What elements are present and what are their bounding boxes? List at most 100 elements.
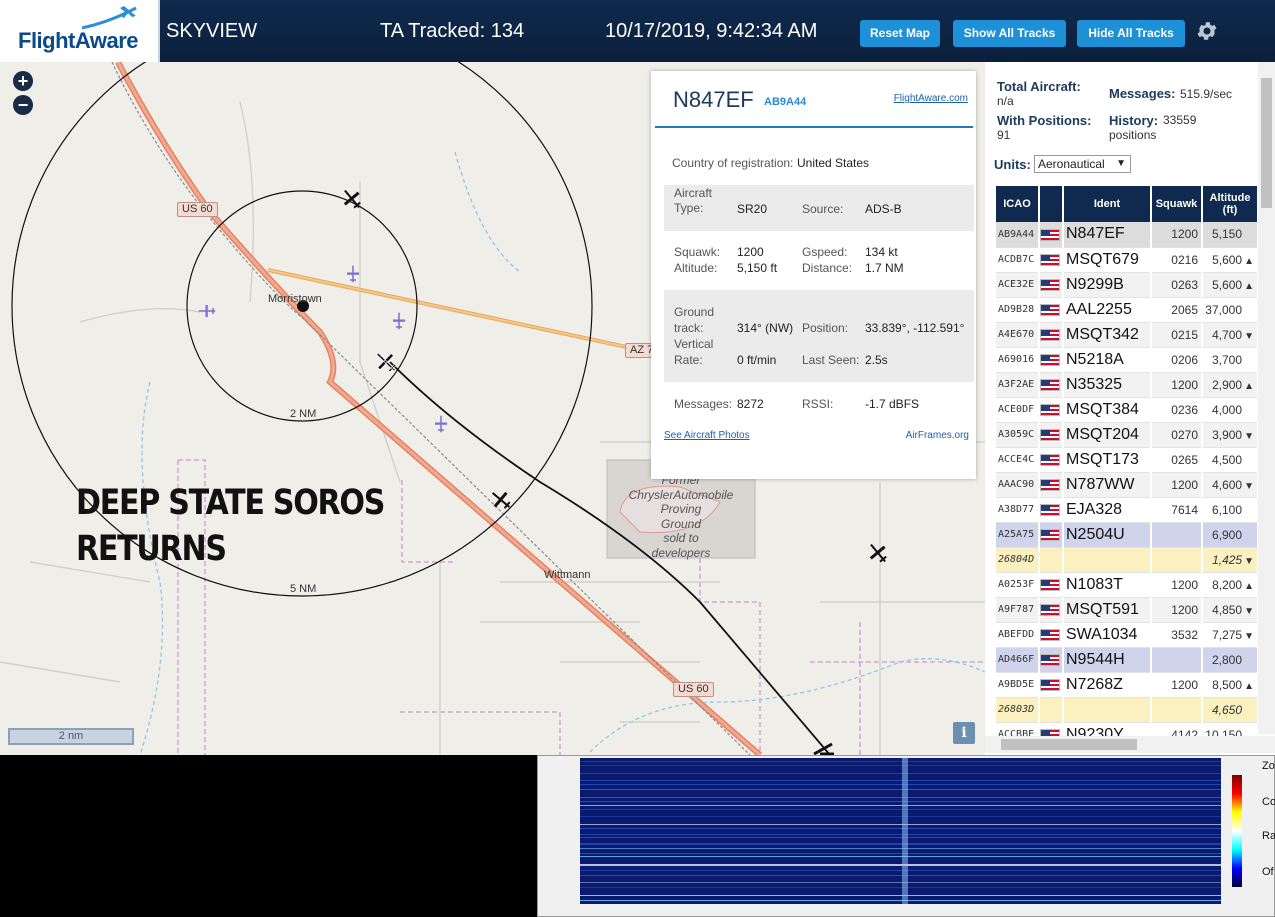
aircraft-icon-mlat[interactable] (432, 415, 450, 433)
table-row[interactable]: A3059C MSQT204 0270 3,900 ▼ (996, 422, 1259, 448)
waterfall-line (580, 824, 1221, 825)
us-flag-icon (1040, 379, 1060, 392)
table-row[interactable]: ACDB7C MSQT679 0216 5,600 ▲ (996, 247, 1259, 273)
flag-cell (1039, 522, 1064, 548)
label-line: Type: (674, 201, 704, 215)
altitude-cell: 2,800 (1202, 647, 1259, 673)
units-select[interactable]: Aeronautical ▼ (1034, 155, 1131, 173)
table-row[interactable]: 26804D 1,425 ▼ (996, 547, 1259, 573)
zoom-out-button[interactable]: − (13, 95, 33, 115)
column-header-ident[interactable]: Ident (1063, 186, 1152, 222)
label-line: Rate: (674, 353, 703, 367)
table-row[interactable]: 26803D 4,650 (996, 697, 1259, 723)
show-all-tracks-button[interactable]: Show All Tracks (953, 20, 1066, 47)
icao-cell: A0253F (996, 572, 1040, 598)
waterfall-line (580, 882, 1221, 883)
icao-cell: A69016 (996, 347, 1040, 373)
zoom-in-button[interactable]: + (13, 71, 33, 91)
altitude-value: 2,900 (1212, 377, 1243, 392)
aircraft-icon-mlat[interactable] (198, 302, 216, 320)
aircraft-icon[interactable] (340, 187, 364, 211)
reset-map-button[interactable]: Reset Map (860, 20, 940, 47)
vertical-scrollbar-thumb[interactable] (1261, 78, 1272, 208)
ident-cell: EJA328 (1063, 497, 1152, 523)
range-ring-label-2nm: 2 NM (290, 408, 317, 420)
us-flag-icon (1040, 679, 1060, 692)
aircraft-photos-link[interactable]: See Aircraft Photos (664, 430, 750, 441)
column-header-flag[interactable] (1039, 186, 1064, 222)
altitude-value: 3,700 (1211, 352, 1242, 367)
descending-arrow-icon: ▼ (1244, 555, 1254, 567)
us-flag-icon (1040, 629, 1060, 642)
aircraft-icon-mlat[interactable] (390, 312, 408, 330)
aircraft-icon[interactable] (812, 742, 838, 755)
table-row[interactable]: A25A75 N2504U 6,900 (996, 522, 1259, 548)
range-ring-label-5nm: 5 NM (290, 583, 317, 595)
table-row[interactable]: A0253F N1083T 1200 8,200 ▲ (996, 572, 1259, 598)
hide-all-tracks-button[interactable]: Hide All Tracks (1077, 20, 1185, 47)
messages-rate-label: Messages: (1109, 86, 1176, 101)
us-flag-icon (1040, 529, 1060, 542)
us-flag-icon (1040, 579, 1060, 592)
flag-cell (1039, 672, 1064, 698)
gear-icon[interactable] (1195, 19, 1219, 43)
flightaware-link[interactable]: FlightAware.com (894, 93, 968, 104)
with-positions-value: 91 (997, 128, 1011, 142)
table-row[interactable]: ACCE4C MSQT173 0265 4,500 (996, 447, 1259, 473)
flag-cell (1039, 297, 1064, 323)
table-row[interactable]: A69016 N5218A 0206 3,700 (996, 347, 1259, 373)
flag-cell (1039, 447, 1064, 473)
table-row[interactable]: AAAC90 N787WW 1200 4,600 ▼ (996, 472, 1259, 498)
selected-hex-link[interactable]: AB9A44 (764, 96, 806, 108)
table-row[interactable]: A38D77 EJA328 7614 6,100 (996, 497, 1259, 523)
table-row[interactable]: A9BD5E N7268Z 1200 8,500 ▲ (996, 672, 1259, 698)
table-row[interactable]: AD9B28 AAL2255 2065 37,000 (996, 297, 1259, 323)
flightaware-logo[interactable]: FlightAware (0, 0, 160, 62)
altitude-value: 3,900 (1212, 427, 1243, 442)
column-header-icao[interactable]: ICAO (996, 186, 1040, 222)
lastseen-value: 2.5s (865, 353, 888, 367)
history-unit: positions (1109, 128, 1157, 142)
aircraft-icon[interactable] (489, 488, 513, 512)
aircraft-icon[interactable] (866, 541, 890, 565)
icao-cell: AB9A44 (996, 222, 1040, 248)
table-row[interactable]: A9F787 MSQT591 1200 4,850 ▼ (996, 597, 1259, 623)
table-row[interactable]: A4E670 MSQT342 0215 4,700 ▼ (996, 322, 1259, 348)
aircraft-icon-selected[interactable] (373, 349, 399, 375)
spectrum-side-label: Of (1262, 866, 1274, 878)
flag-cell (1039, 647, 1064, 673)
table-row[interactable]: ACE32E N9299B 0263 5,600 ▲ (996, 272, 1259, 298)
waterfall-line (580, 789, 1221, 790)
column-header-altitude[interactable]: Altitude (ft) (1202, 186, 1259, 222)
descending-arrow-icon: ▼ (1244, 330, 1254, 342)
label-line: Aircraft (674, 186, 713, 200)
waterfall-spectrum (580, 758, 1221, 904)
column-header-squawk[interactable]: Squawk (1151, 186, 1203, 222)
town-label-wittmann: Wittmann (544, 569, 591, 581)
history-label: History: (1109, 113, 1159, 128)
table-row[interactable]: ACE0DF MSQT384 0236 4,000 (996, 397, 1259, 423)
color-scale-bar (1232, 775, 1242, 887)
horizontal-scrollbar-thumb[interactable] (1001, 739, 1137, 750)
squawk-cell: 7614 (1151, 497, 1203, 523)
waterfall-line (580, 761, 1221, 762)
table-row[interactable]: A3F2AE N35325 1200 2,900 ▲ (996, 372, 1259, 398)
table-row[interactable]: AB9A44 N847EF 1200 5,150 (996, 222, 1259, 248)
rssi-label: RSSI: (802, 397, 834, 411)
table-row[interactable]: ABEFDD SWA1034 3532 7,275 ▼ (996, 622, 1259, 648)
table-row[interactable]: AD466F N9544H 2,800 (996, 647, 1259, 673)
altitude-value: 6,100 (1211, 502, 1242, 517)
icao-cell: AD466F (996, 647, 1040, 673)
aircraft-icon-mlat[interactable] (344, 265, 362, 283)
header-line: Altitude (1209, 192, 1251, 204)
airframes-link[interactable]: AirFrames.org (906, 430, 969, 441)
descending-arrow-icon: ▼ (1244, 605, 1254, 617)
icao-cell: A4E670 (996, 322, 1040, 348)
squawk-cell: 1200 (1151, 597, 1203, 623)
map-info-button[interactable]: i (953, 722, 975, 744)
track-label: Ground track: Vertical Rate: (674, 304, 714, 368)
squawk-cell: 0265 (1151, 447, 1203, 473)
altitude-value: 4,700 (1212, 327, 1243, 342)
tracked-count: TA Tracked: 134 (380, 20, 525, 42)
ident-cell (1063, 547, 1152, 573)
